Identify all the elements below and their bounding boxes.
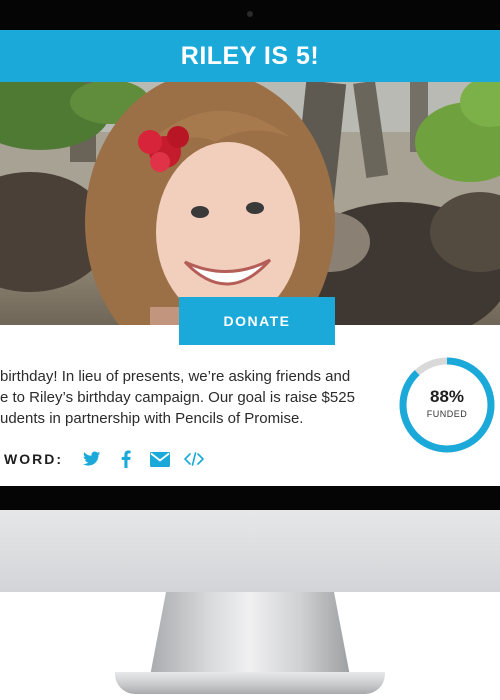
funded-percent: 88%: [429, 387, 465, 406]
webcam: [247, 11, 253, 17]
campaign-title: RILEY IS 5!: [180, 41, 320, 70]
facebook-icon[interactable]: [115, 448, 137, 470]
twitter-icon[interactable]: [81, 448, 103, 470]
monitor-screen: RILEY IS 5! DONATE birthday! In lieu of …: [0, 30, 500, 486]
funding-progress-ring: 88% FUNDED: [398, 356, 496, 454]
description-line: udents in partnership with Pencils of Pr…: [0, 410, 304, 427]
embed-code-icon[interactable]: [183, 448, 205, 470]
monitor-stand-base: [115, 672, 385, 694]
description-line: e to Riley’s birthday campaign. Our goal…: [0, 389, 355, 406]
campaign-photo: [0, 82, 500, 325]
monitor-stand-neck: [150, 592, 350, 676]
share-row: WORD:: [0, 448, 217, 470]
campaign-description: birthday! In lieu of presents, we’re ask…: [0, 366, 370, 429]
monitor-bezel: RILEY IS 5! DONATE birthday! In lieu of …: [0, 0, 500, 510]
funded-label: FUNDED: [426, 409, 468, 419]
email-icon[interactable]: [149, 448, 171, 470]
description-line: birthday! In lieu of presents, we’re ask…: [0, 368, 351, 385]
share-label: WORD:: [4, 451, 63, 467]
campaign-header: RILEY IS 5!: [0, 30, 500, 82]
monitor-chin: [0, 510, 500, 592]
donate-button[interactable]: DONATE: [179, 297, 335, 345]
